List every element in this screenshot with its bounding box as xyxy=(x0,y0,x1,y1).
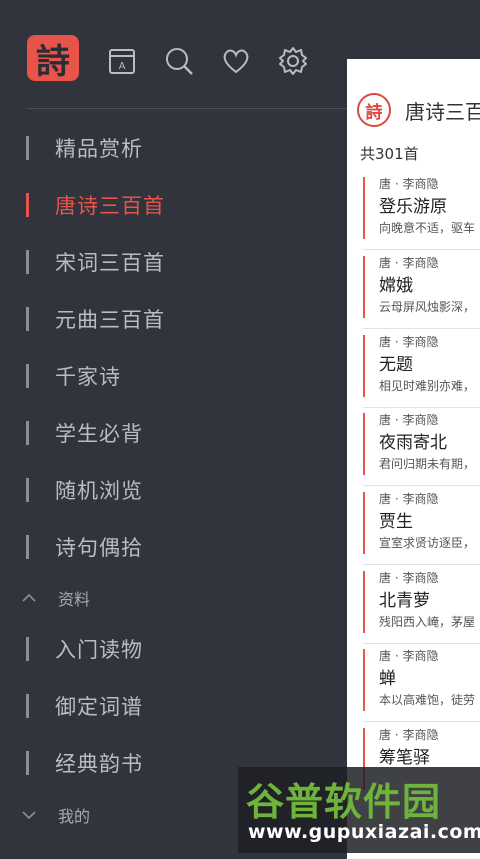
section-mine-toggle[interactable]: 我的 xyxy=(20,800,90,830)
panel-title: 唐诗三百 xyxy=(405,99,480,124)
list-item[interactable]: 唐 · 李商隐 夜雨寄北 君问归期未有期， xyxy=(363,411,480,481)
heart-icon[interactable] xyxy=(221,46,251,76)
poem-title: 登乐游原 xyxy=(379,197,447,217)
sidebar-item-featured[interactable]: 精品赏析 xyxy=(26,128,326,168)
sidebar-item-label: 学生必背 xyxy=(55,422,143,446)
sidebar-item-label: 诗句偶拾 xyxy=(55,536,143,560)
sidebar-item-qianjiashi[interactable]: 千家诗 xyxy=(26,356,326,396)
app-logo: 詩 xyxy=(27,35,79,82)
item-marker xyxy=(26,364,29,388)
list-item[interactable]: 唐 · 李商隐 嫦娥 云母屏风烛影深， xyxy=(363,254,480,324)
list-divider xyxy=(363,643,480,644)
poem-author: 唐 · 李商隐 xyxy=(379,413,439,427)
item-marker xyxy=(26,694,29,718)
poem-author: 唐 · 李商隐 xyxy=(379,571,439,585)
item-marker xyxy=(26,637,29,661)
item-marker xyxy=(26,478,29,502)
poem-title: 贾生 xyxy=(379,512,413,532)
sidebar-item-primer[interactable]: 入门读物 xyxy=(26,629,326,669)
list-divider xyxy=(363,564,480,565)
watermark-title: 谷普软件园 xyxy=(246,780,442,824)
item-marker xyxy=(26,250,29,274)
poem-excerpt: 云母屏风烛影深， xyxy=(379,300,476,314)
poem-excerpt: 宣室求贤访逐臣， xyxy=(379,536,476,550)
settings-icon[interactable] xyxy=(278,46,308,76)
poem-title: 筹笔驿 xyxy=(379,748,430,768)
list-item[interactable]: 唐 · 李商隐 无题 相见时难别亦难， xyxy=(363,333,480,403)
svg-text:A: A xyxy=(119,61,126,72)
item-marker xyxy=(26,193,29,217)
poem-title: 夜雨寄北 xyxy=(379,433,447,453)
item-marker xyxy=(26,307,29,331)
list-item[interactable]: 唐 · 李商隐 登乐游原 向晚意不适，驱车 xyxy=(363,175,480,245)
sidebar-item-label: 唐诗三百首 xyxy=(55,194,165,218)
sidebar-item-random[interactable]: 随机浏览 xyxy=(26,470,326,510)
item-marker xyxy=(26,136,29,160)
list-divider xyxy=(363,485,480,486)
poem-count: 共301首 xyxy=(360,145,419,163)
poem-author: 唐 · 李商隐 xyxy=(379,649,439,663)
list-divider xyxy=(363,249,480,250)
item-marker xyxy=(26,535,29,559)
sidebar-item-student-must[interactable]: 学生必背 xyxy=(26,413,326,453)
watermark: 谷普软件园 www.gupuxiazai.com xyxy=(238,767,480,853)
section-label: 资料 xyxy=(58,590,91,609)
item-marker xyxy=(26,421,29,445)
poem-excerpt: 本以高难饱，徒劳 xyxy=(379,693,476,707)
poem-excerpt: 向晚意不适，驱车 xyxy=(379,221,476,235)
poem-author: 唐 · 李商隐 xyxy=(379,256,439,270)
poem-author: 唐 · 李商隐 xyxy=(379,177,439,191)
list-item[interactable]: 唐 · 李商隐 北青萝 残阳西入崦，茅屋 xyxy=(363,569,480,639)
item-accent xyxy=(363,571,365,633)
chevron-up-icon xyxy=(22,593,36,602)
sidebar-item-label: 精品赏析 xyxy=(55,137,143,161)
sidebar-item-label: 经典韵书 xyxy=(55,752,143,776)
item-accent xyxy=(363,177,365,239)
section-label: 我的 xyxy=(58,807,91,826)
watermark-url: www.gupuxiazai.com xyxy=(248,821,480,843)
poem-title: 无题 xyxy=(379,355,413,375)
sidebar-item-tang-poems[interactable]: 唐诗三百首 xyxy=(26,185,326,225)
item-accent xyxy=(363,256,365,318)
poem-title: 蝉 xyxy=(379,669,396,689)
poem-excerpt: 君问归期未有期， xyxy=(379,457,476,471)
poem-author: 唐 · 李商隐 xyxy=(379,728,439,742)
item-accent xyxy=(363,649,365,711)
item-accent xyxy=(363,335,365,397)
sidebar-item-verse-picks[interactable]: 诗句偶拾 xyxy=(26,527,326,567)
seal-icon: 詩 xyxy=(357,93,391,127)
poem-excerpt: 相见时难别亦难， xyxy=(379,379,476,393)
poem-list-panel[interactable]: 詩 唐诗三百 共301首 唐 · 李商隐 登乐游原 向晚意不适，驱车 唐 · 李… xyxy=(347,59,480,859)
sidebar-item-label: 御定词谱 xyxy=(55,695,143,719)
poem-title: 北青萝 xyxy=(379,591,430,611)
list-divider xyxy=(363,328,480,329)
poem-excerpt: 残阳西入崦，茅屋 xyxy=(379,615,476,629)
poem-author: 唐 · 李商隐 xyxy=(379,335,439,349)
poem-title: 嫦娥 xyxy=(379,276,413,296)
panel-header: 詩 唐诗三百 xyxy=(357,93,480,127)
list-divider xyxy=(363,407,480,408)
sidebar-item-label: 入门读物 xyxy=(55,638,143,662)
toolbar-divider xyxy=(27,108,347,109)
poem-author: 唐 · 李商隐 xyxy=(379,492,439,506)
item-accent xyxy=(363,492,365,554)
sidebar-item-label: 宋词三百首 xyxy=(55,251,165,275)
sidebar-item-label: 元曲三百首 xyxy=(55,308,165,332)
sidebar-item-label: 千家诗 xyxy=(55,365,121,389)
sidebar-item-label: 随机浏览 xyxy=(55,479,143,503)
search-icon[interactable] xyxy=(164,46,194,76)
section-materials-toggle[interactable]: 资料 xyxy=(20,583,90,613)
sidebar-item-yuan-qu[interactable]: 元曲三百首 xyxy=(26,299,326,339)
list-item[interactable]: 唐 · 李商隐 贾生 宣室求贤访逐臣， xyxy=(363,490,480,560)
list-divider xyxy=(363,721,480,722)
chevron-down-icon xyxy=(22,811,36,820)
book-icon[interactable]: A xyxy=(107,46,137,76)
list-item[interactable]: 唐 · 李商隐 蝉 本以高难饱，徒劳 xyxy=(363,647,480,717)
item-accent xyxy=(363,413,365,475)
sidebar-item-song-ci[interactable]: 宋词三百首 xyxy=(26,242,326,282)
item-marker xyxy=(26,751,29,775)
sidebar-item-ci-patterns[interactable]: 御定词谱 xyxy=(26,686,326,726)
